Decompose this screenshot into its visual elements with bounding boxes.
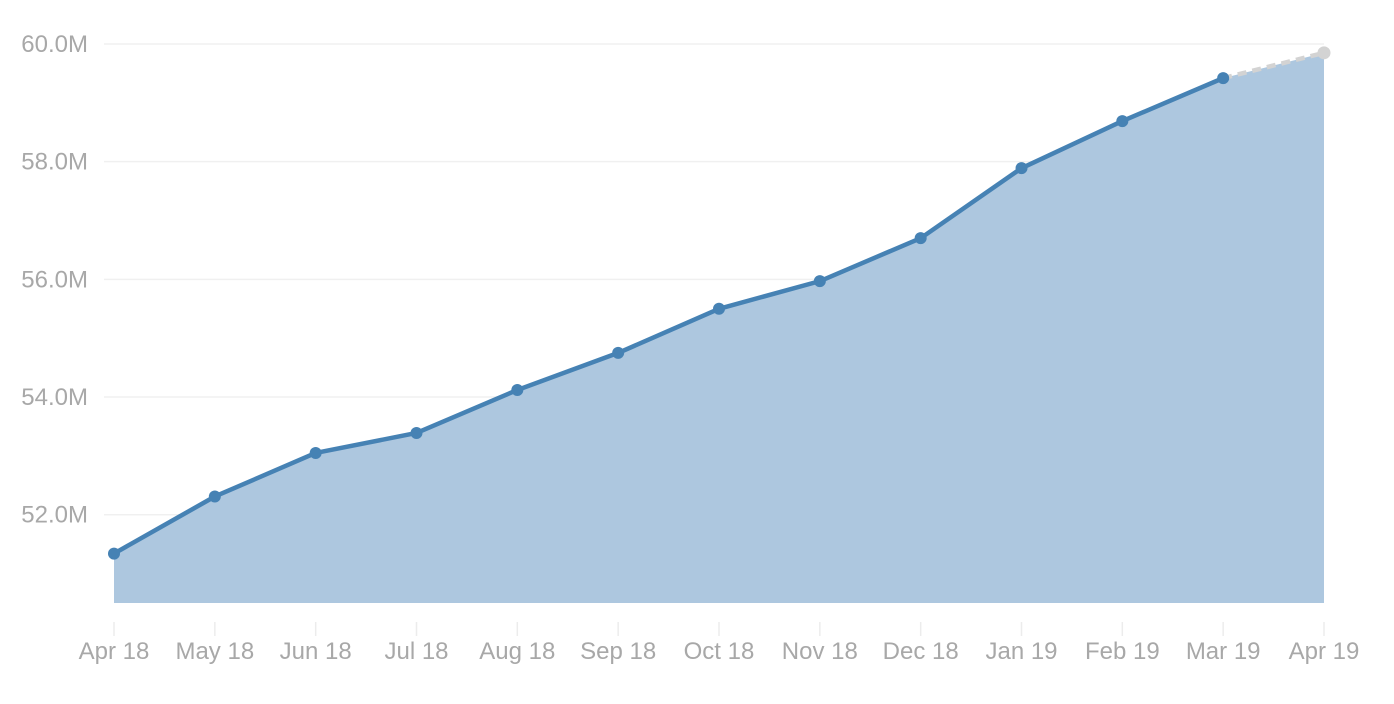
data-point xyxy=(1217,72,1230,85)
y-axis-labels: 52.0M 54.0M 56.0M 58.0M 60.0M xyxy=(21,31,88,529)
x-tick-label: Oct 18 xyxy=(684,638,755,665)
data-point xyxy=(914,232,927,245)
x-tick-label: Feb 19 xyxy=(1085,638,1160,665)
x-tick-label: May 18 xyxy=(175,638,254,665)
y-tick-label: 60.0M xyxy=(21,31,88,58)
x-tick-label: Apr 18 xyxy=(79,638,150,665)
x-tick-label: Jun 18 xyxy=(280,638,352,665)
data-point xyxy=(108,547,120,560)
x-tick-label: Nov 18 xyxy=(782,638,858,665)
x-tick-label: Apr 19 xyxy=(1289,638,1360,665)
data-point xyxy=(1116,115,1129,128)
projected-point xyxy=(1317,46,1331,60)
area-fill xyxy=(114,52,1324,604)
x-tick-label: Jan 19 xyxy=(985,638,1057,665)
data-point xyxy=(813,275,826,288)
data-point xyxy=(1015,162,1028,175)
data-point xyxy=(612,346,625,359)
x-tick-label: Mar 19 xyxy=(1186,638,1261,665)
y-tick-label: 58.0M xyxy=(21,149,88,176)
x-tick-label: Jul 18 xyxy=(384,638,448,665)
data-point xyxy=(309,446,322,459)
x-tick-label: Aug 18 xyxy=(479,638,555,665)
data-point xyxy=(208,490,221,503)
y-tick-label: 52.0M xyxy=(21,502,88,529)
data-point xyxy=(410,426,423,439)
y-tick-label: 56.0M xyxy=(21,266,88,293)
x-tick-label: Dec 18 xyxy=(883,638,959,665)
data-point xyxy=(511,383,524,396)
y-tick-label: 54.0M xyxy=(21,384,88,411)
x-tick-label: Sep 18 xyxy=(580,638,656,665)
data-point xyxy=(713,302,725,315)
area-chart: 52.0M 54.0M 56.0M 58.0M 60.0M Apr 18 May 18 Ju… xyxy=(21,31,1360,665)
x-axis-labels: Apr 18 May 18 Jun 18 Jul 18 Aug 18 Sep 18 Oct … xyxy=(79,622,1360,665)
area-fill-layer xyxy=(114,52,1324,604)
